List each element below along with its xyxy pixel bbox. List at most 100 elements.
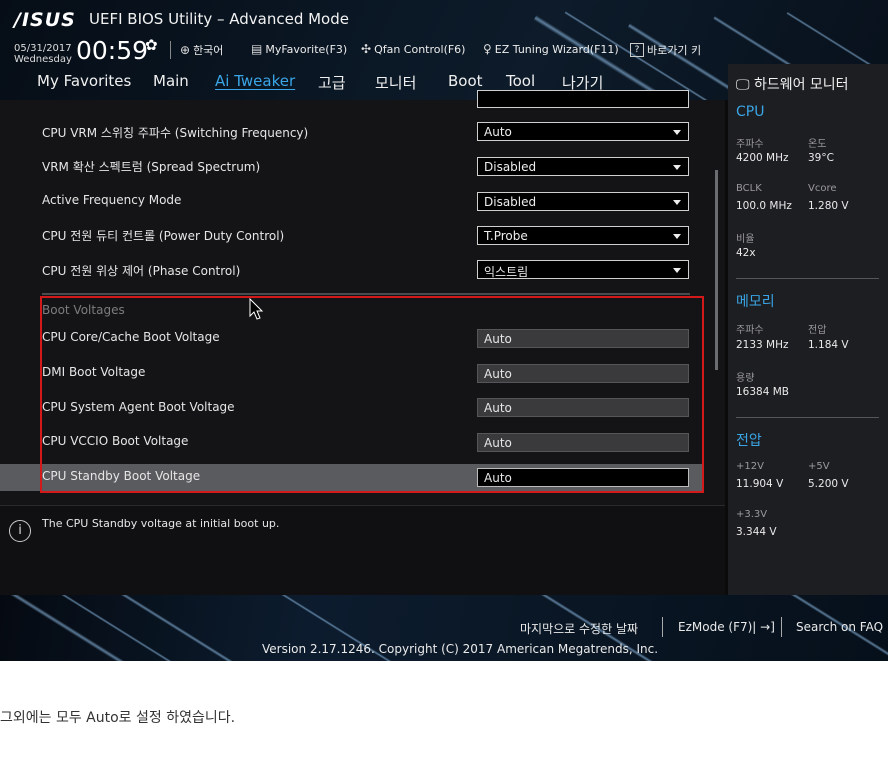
tab-my-favorites[interactable]: My Favorites <box>37 72 131 90</box>
caption-text: 그외에는 모두 Auto로 설정 하였습니다. <box>0 710 236 726</box>
favorite-icon: ▤ <box>251 42 263 56</box>
date-text: 05/31/2017 <box>14 43 72 54</box>
mouse-cursor-icon <box>249 298 264 320</box>
partial-dropdown[interactable] <box>477 90 689 108</box>
ezmode-label: EzMode (F7)| <box>678 620 757 634</box>
mem-capacity-key: 용량 <box>736 373 755 384</box>
ratio-value: 42x <box>736 247 756 259</box>
bclk-value: 100.0 MHz <box>736 200 792 212</box>
chevron-down-icon <box>673 234 681 239</box>
v5-value: 5.200 V <box>808 478 849 490</box>
v33-value: 3.344 V <box>736 526 777 538</box>
separator <box>662 617 663 637</box>
clock-time: 00:59 <box>76 36 149 65</box>
separator <box>781 617 782 637</box>
version-text: Version 2.17.1246. Copyright (C) 2017 Am… <box>262 642 659 656</box>
chevron-down-icon <box>673 268 681 273</box>
ez-tuning-button[interactable]: ♀ EZ Tuning Wizard(F11) <box>483 42 619 56</box>
chevron-down-icon <box>673 200 681 205</box>
last-modified-button[interactable]: 마지막으로 수정한 날짜 <box>520 620 638 637</box>
dropdown-value: T.Probe <box>484 229 528 243</box>
language-label: 한국어 <box>193 44 224 57</box>
tab-advanced[interactable]: 고급 <box>318 72 346 93</box>
setting-label: CPU 전원 듀티 컨트롤 (Power Duty Control) <box>42 229 285 243</box>
search-faq-button[interactable]: Search on FAQ <box>796 620 883 634</box>
myfavorite-label: MyFavorite(F3) <box>265 42 348 56</box>
dropdown-value: Disabled <box>484 160 537 174</box>
v33-key: +3.3V <box>736 509 768 520</box>
globe-icon: ⊕ <box>180 43 191 57</box>
v5-key: +5V <box>808 461 830 472</box>
dropdown-value: Disabled <box>484 195 537 209</box>
weekday-text: Wednesday <box>14 54 72 65</box>
cpu-freq-value: 4200 MHz <box>736 152 789 164</box>
ratio-key: 비율 <box>736 234 755 245</box>
active-frequency-dropdown[interactable]: Disabled <box>477 192 689 211</box>
tab-tool[interactable]: Tool <box>506 72 535 90</box>
tab-ai-tweaker[interactable]: Ai Tweaker <box>215 72 295 90</box>
setting-label: CPU 전원 위상 제어 (Phase Control) <box>42 264 241 278</box>
divider <box>736 417 879 418</box>
phase-control-dropdown[interactable]: 익스트림 <box>477 260 689 279</box>
scrollbar[interactable] <box>715 170 718 370</box>
dropdown-value: Auto <box>484 125 512 139</box>
divider <box>42 293 690 295</box>
switching-frequency-dropdown[interactable]: Auto <box>477 122 689 141</box>
fan-icon: ✣ <box>361 42 372 56</box>
highlight-box <box>40 296 704 493</box>
mem-freq-key: 주파수 <box>736 325 764 336</box>
lightbulb-icon: ♀ <box>483 42 492 56</box>
vcore-key: Vcore <box>808 183 837 194</box>
hotkeys-button[interactable]: ? 바로가기 키 <box>630 42 701 58</box>
mem-freq-value: 2133 MHz <box>736 339 789 351</box>
setting-label: VRM 확산 스펙트럼 (Spread Spectrum) <box>42 160 261 174</box>
language-button[interactable]: ⊕ 한국어 <box>180 42 223 58</box>
spread-spectrum-dropdown[interactable]: Disabled <box>477 157 689 176</box>
voltage-heading: 전압 <box>736 433 762 449</box>
qfan-label: Qfan Control(F6) <box>374 42 466 56</box>
qfan-button[interactable]: ✣ Qfan Control(F6) <box>361 42 465 56</box>
settings-panel: CPU VRM 스위칭 주파수 (Switching Frequency) Au… <box>0 90 725 595</box>
cpu-temp-value: 39°C <box>808 152 834 164</box>
hardware-monitor-panel: 🖵 하드웨어 모니터 CPU 주파수 온도 4200 MHz 39°C BCLK… <box>728 64 888 595</box>
hotkeys-label: 바로가기 키 <box>647 44 702 57</box>
chevron-down-icon <box>673 130 681 135</box>
divider <box>736 278 879 279</box>
hardware-monitor-title: 🖵 하드웨어 모니터 <box>736 74 849 94</box>
bios-screen: /ISUS UEFI BIOS Utility – Advanced Mode … <box>0 0 888 661</box>
setting-label: Active Frequency Mode <box>42 193 182 207</box>
exit-arrow-icon: →] <box>760 620 775 634</box>
monitor-icon: 🖵 <box>736 77 750 93</box>
hardware-monitor-label: 하드웨어 모니터 <box>753 77 849 93</box>
vcore-value: 1.280 V <box>808 200 849 212</box>
power-duty-dropdown[interactable]: T.Probe <box>477 226 689 245</box>
mem-capacity-value: 16384 MB <box>736 386 790 398</box>
v12-key: +12V <box>736 461 764 472</box>
gear-icon[interactable]: ✿ <box>145 36 158 54</box>
chevron-down-icon <box>673 165 681 170</box>
help-key-icon: ? <box>630 43 644 57</box>
separator <box>170 41 171 59</box>
tab-main[interactable]: Main <box>153 72 189 90</box>
asus-logo: /ISUS <box>14 9 76 31</box>
cpu-freq-key: 주파수 <box>736 139 764 150</box>
info-icon: i <box>9 520 31 542</box>
decor-streak <box>34 595 189 661</box>
cpu-heading: CPU <box>736 104 765 120</box>
mem-volt-key: 전압 <box>808 325 827 336</box>
ezmode-button[interactable]: EzMode (F7)| →] <box>678 620 775 634</box>
bclk-key: BCLK <box>736 183 762 194</box>
dropdown-value: 익스트림 <box>484 265 529 279</box>
tab-monitor[interactable]: 모니터 <box>375 72 416 93</box>
memory-heading: 메모리 <box>736 294 775 310</box>
date-display: 05/31/2017 Wednesday <box>14 43 72 65</box>
v12-value: 11.904 V <box>736 478 784 490</box>
setting-label: CPU VRM 스위칭 주파수 (Switching Frequency) <box>42 126 309 140</box>
app-title: UEFI BIOS Utility – Advanced Mode <box>89 10 349 28</box>
help-text: The CPU Standby voltage at initial boot … <box>42 517 280 530</box>
footer-bar: 마지막으로 수정한 날짜 EzMode (F7)| →] Search on F… <box>0 595 888 661</box>
help-panel: i The CPU Standby voltage at initial boo… <box>0 505 725 595</box>
tab-boot[interactable]: Boot <box>448 72 483 90</box>
cpu-temp-key: 온도 <box>808 139 827 150</box>
myfavorite-button[interactable]: ▤ MyFavorite(F3) <box>251 42 347 56</box>
